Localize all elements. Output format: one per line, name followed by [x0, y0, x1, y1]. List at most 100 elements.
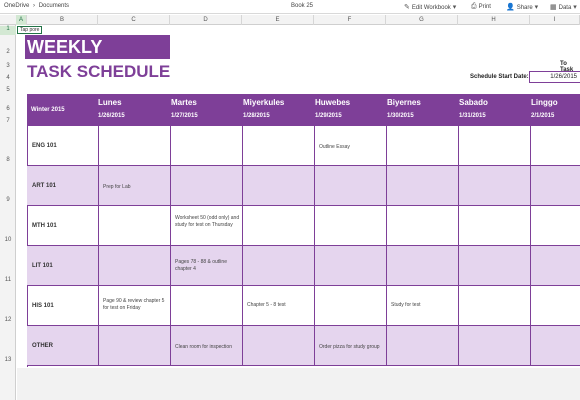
date-header: 1/27/2015 [171, 113, 198, 119]
table-row: HIS 101 Page 90 & review chapter 5 for t… [27, 286, 580, 326]
task-note[interactable]: Page 90 & review chapter 5 for test on F… [103, 298, 169, 312]
subject-cell[interactable]: LIT 101 [32, 263, 53, 269]
divider [458, 246, 459, 286]
row-header-12[interactable]: 12 [0, 317, 16, 323]
task-note[interactable]: Order pizza for study group [319, 344, 385, 351]
row-header-11[interactable]: 11 [0, 277, 16, 283]
subject-cell[interactable]: ENG 101 [32, 143, 57, 149]
divider [386, 166, 387, 206]
column-header-a[interactable]: A [16, 15, 27, 25]
subject-cell[interactable]: OTHER [32, 343, 53, 349]
date-header: 1/26/2015 [98, 113, 125, 119]
divider [242, 126, 243, 166]
data-label: Data [558, 5, 572, 11]
subject-cell[interactable]: MTH 101 [32, 223, 57, 229]
chevron-down-icon: ▾ [571, 4, 577, 11]
breadcrumb: OneDrive › Documents [4, 3, 71, 9]
divider [314, 166, 315, 206]
divider [170, 166, 171, 206]
divider [98, 126, 99, 166]
row-header-8[interactable]: 8 [0, 157, 16, 163]
row-header-10[interactable]: 10 [0, 237, 16, 243]
row-header-2[interactable]: 2 [0, 49, 16, 55]
row-header-4[interactable]: 4 [0, 75, 16, 81]
day-header: Martes [171, 98, 197, 107]
subject-cell[interactable]: ART 101 [32, 183, 56, 189]
task-note[interactable]: Chapter 5 - 8 test [247, 302, 311, 309]
data-icon: ▦ [550, 4, 557, 11]
row-header-9[interactable]: 9 [0, 197, 16, 203]
column-headers: A B C D E F G H I [0, 15, 580, 25]
chevron-down-icon: ▾ [450, 4, 457, 11]
date-header: 2/1/2015 [531, 113, 555, 119]
row-header-13[interactable]: 13 [0, 357, 16, 363]
print-button[interactable]: ⎙ Print [471, 3, 491, 11]
column-header-g[interactable]: G [386, 15, 458, 25]
subtitle-cell[interactable]: TASK SCHEDULE [27, 62, 170, 82]
schedule-header: Winter 2015 Lunes Martes Miyerkules Huwe… [27, 94, 580, 126]
date-header: 1/29/2015 [315, 113, 342, 119]
divider [242, 326, 243, 366]
active-cell[interactable]: Tap pore [17, 26, 43, 34]
task-note[interactable]: Worksheet 50 (odd only) and study for te… [175, 215, 241, 229]
divider [242, 286, 243, 326]
column-header-f[interactable]: F [314, 15, 386, 25]
row-header-6[interactable]: 6 [0, 106, 16, 112]
task-note[interactable]: Pages 78 - 88 & outline chapter 4 [175, 259, 241, 273]
column-header-d[interactable]: D [170, 15, 242, 25]
task-note[interactable]: Study for test [391, 302, 455, 309]
divider [386, 286, 387, 326]
day-header: Linggo [531, 98, 558, 107]
pencil-icon: ✎ [404, 4, 410, 11]
share-button[interactable]: 👤 Share ▾ [506, 3, 540, 11]
column-header-e[interactable]: E [242, 15, 314, 25]
date-header: 1/30/2015 [387, 113, 414, 119]
document-title: Book 25 [291, 3, 314, 9]
column-header-i[interactable]: I [530, 15, 580, 25]
divider [458, 206, 459, 246]
divider [530, 326, 531, 366]
row-header-3[interactable]: 3 [0, 63, 16, 69]
divider [170, 326, 171, 366]
day-header: Biyernes [387, 98, 421, 107]
data-button[interactable]: ▦ Data ▾ [550, 3, 579, 11]
divider [530, 166, 531, 206]
divider [98, 206, 99, 246]
day-header: Sabado [459, 98, 488, 107]
schedule-start-date-cell[interactable]: 1/26/2015 [529, 71, 580, 83]
title-cell[interactable]: WEEKLY [25, 35, 170, 59]
divider [458, 126, 459, 166]
divider [98, 286, 99, 326]
task-note[interactable]: Outline Essay [319, 144, 383, 151]
subject-cell[interactable]: HIS 101 [32, 303, 54, 309]
row-header-7[interactable]: 7 [0, 118, 16, 124]
divider [170, 206, 171, 246]
print-label: Print [478, 4, 491, 10]
day-header: Lunes [98, 98, 122, 107]
row-header-1[interactable]: 1 [0, 26, 16, 35]
row-header-5[interactable]: 5 [0, 87, 16, 93]
task-note[interactable]: Clean room for inspection [175, 344, 241, 351]
divider [458, 326, 459, 366]
divider [98, 166, 99, 206]
divider [98, 326, 99, 366]
divider [314, 326, 315, 366]
breadcrumb-documents[interactable]: Documents [39, 3, 69, 9]
divider [530, 126, 531, 166]
task-note[interactable]: Prep for Lab [103, 184, 167, 191]
divider [530, 206, 531, 246]
schedule-start-label: Schedule Start Date: [470, 74, 529, 80]
table-row: MTH 101 Worksheet 50 (odd only) and stud… [27, 206, 580, 246]
edit-workbook-label: Edit Workbook [411, 5, 451, 11]
divider [170, 246, 171, 286]
table-row: ENG 101 Outline Essay [27, 126, 580, 166]
column-header-b[interactable]: B [27, 15, 98, 25]
divider [242, 206, 243, 246]
table-row: LIT 101 Pages 78 - 88 & outline chapter … [27, 246, 580, 286]
column-header-h[interactable]: H [458, 15, 530, 25]
breadcrumb-separator: › [33, 3, 36, 9]
edit-workbook-button[interactable]: ✎ Edit Workbook ▾ [404, 3, 458, 11]
top-bar: OneDrive › Documents Book 25 ✎ Edit Workb… [0, 0, 580, 14]
column-header-c[interactable]: C [98, 15, 170, 25]
breadcrumb-onedrive[interactable]: OneDrive [4, 3, 29, 9]
